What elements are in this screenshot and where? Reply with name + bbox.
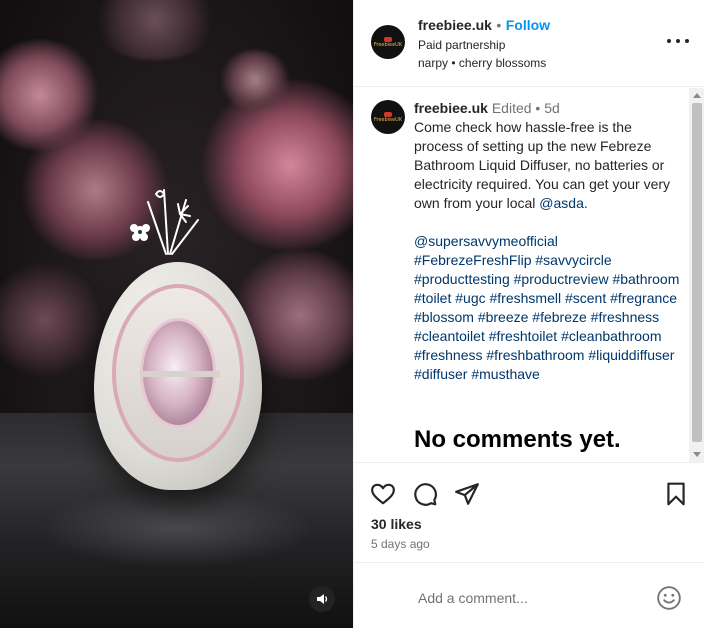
mute-button[interactable] bbox=[309, 586, 335, 612]
hashtag-link[interactable]: #cleantoilet bbox=[414, 328, 485, 344]
more-options-icon[interactable] bbox=[667, 33, 689, 49]
hashtag-link[interactable]: #breeze bbox=[478, 309, 529, 325]
comments-scrollbar[interactable] bbox=[689, 88, 704, 462]
hashtag-link[interactable]: #fregrance bbox=[610, 290, 677, 306]
comments-section: FreebieeUK freebiee.uk Edited • 5d Come … bbox=[354, 88, 689, 462]
avatar-logo-text: FreebieeUK bbox=[373, 41, 403, 48]
caption-text-end: . bbox=[583, 195, 588, 211]
background-flower bbox=[90, 0, 220, 60]
hashtag-link[interactable]: #liquiddiffuser bbox=[588, 347, 674, 363]
post-header: FreebieeUK freebiee.uk • Follow Paid par… bbox=[354, 0, 704, 87]
caption-separator: • bbox=[535, 100, 541, 116]
paid-partnership-label[interactable]: Paid partnership bbox=[418, 38, 505, 52]
mention-partner[interactable]: @supersavvymeofficial bbox=[414, 233, 558, 249]
add-comment-section bbox=[354, 562, 704, 628]
post-actions: 30 likes 5 days ago bbox=[354, 462, 704, 562]
caption-username[interactable]: freebiee.uk bbox=[414, 100, 488, 116]
hashtag-link[interactable]: #freshness bbox=[414, 347, 482, 363]
hashtag-link[interactable]: #bathroom bbox=[612, 271, 679, 287]
hashtag-link[interactable]: #freshtoilet bbox=[489, 328, 557, 344]
header-separator: • bbox=[496, 17, 502, 33]
hashtag-link[interactable]: #diffuser bbox=[414, 366, 467, 382]
background-flower bbox=[220, 50, 290, 110]
paper-plane-icon[interactable] bbox=[454, 481, 480, 507]
hashtag-link[interactable]: #savvycircle bbox=[535, 252, 611, 268]
hashtag-link[interactable]: #blossom bbox=[414, 309, 474, 325]
likes-count[interactable]: 30 likes bbox=[371, 516, 422, 532]
post-video[interactable] bbox=[0, 0, 353, 628]
hashtag-link[interactable]: #toilet bbox=[414, 290, 451, 306]
background-flower bbox=[200, 80, 353, 250]
hashtag-link[interactable]: #productreview bbox=[514, 271, 609, 287]
smiley-icon[interactable] bbox=[656, 585, 682, 611]
hashtag-link[interactable]: #musthave bbox=[471, 366, 539, 382]
follow-button[interactable]: Follow bbox=[506, 17, 550, 33]
no-comments-label: No comments yet. bbox=[414, 426, 621, 453]
hashtag-link[interactable]: #freshness bbox=[591, 309, 659, 325]
hashtag-link[interactable]: #FebrezeFreshFlip bbox=[414, 252, 532, 268]
hashtag-link[interactable]: #freshbathroom bbox=[486, 347, 584, 363]
header-title-row: freebiee.uk • Follow bbox=[418, 17, 550, 35]
bookmark-icon[interactable] bbox=[663, 481, 689, 507]
audio-attribution: narpy • cherry blossoms bbox=[418, 56, 546, 70]
scroll-up-arrow-icon[interactable] bbox=[693, 93, 701, 98]
edited-label: Edited bbox=[491, 100, 532, 116]
speaker-icon bbox=[317, 594, 328, 604]
comment-input[interactable] bbox=[418, 587, 648, 609]
tabletop-reflection bbox=[40, 488, 313, 568]
hashtag-link[interactable]: #freshsmell bbox=[490, 290, 562, 306]
hashtag-link[interactable]: #cleanbathroom bbox=[561, 328, 661, 344]
hashtag-link[interactable]: #ugc bbox=[455, 290, 485, 306]
hashtag-link[interactable]: #scent bbox=[565, 290, 606, 306]
background-flower bbox=[0, 260, 100, 380]
mention-asda[interactable]: @asda bbox=[539, 195, 584, 211]
post-time-ago[interactable]: 5 days ago bbox=[371, 537, 430, 551]
avatar-logo-text: FreebieeUK bbox=[373, 116, 403, 123]
hashtag-link[interactable]: #producttesting bbox=[414, 271, 510, 287]
caption-age[interactable]: 5d bbox=[544, 100, 560, 116]
post-caption: freebiee.uk Edited • 5d Come check how h… bbox=[414, 99, 684, 384]
audio-artist[interactable]: narpy bbox=[418, 56, 448, 70]
heart-icon[interactable] bbox=[370, 481, 396, 507]
hashtag-list: #FebrezeFreshFlip #savvycircle #productt… bbox=[414, 252, 679, 382]
header-username[interactable]: freebiee.uk bbox=[418, 17, 492, 33]
audio-track[interactable]: cherry blossoms bbox=[459, 56, 546, 70]
post-sidebar: FreebieeUK freebiee.uk • Follow Paid par… bbox=[353, 0, 704, 628]
caption-avatar[interactable]: FreebieeUK bbox=[371, 100, 405, 134]
avatar[interactable]: FreebieeUK bbox=[371, 25, 405, 59]
comment-bubble-icon[interactable] bbox=[412, 481, 438, 507]
hashtag-link[interactable]: #febreze bbox=[532, 309, 586, 325]
scroll-down-arrow-icon[interactable] bbox=[693, 452, 701, 457]
audio-separator: • bbox=[451, 56, 456, 70]
flower-sticker-icon bbox=[130, 189, 199, 255]
scrollbar-thumb[interactable] bbox=[692, 103, 702, 442]
